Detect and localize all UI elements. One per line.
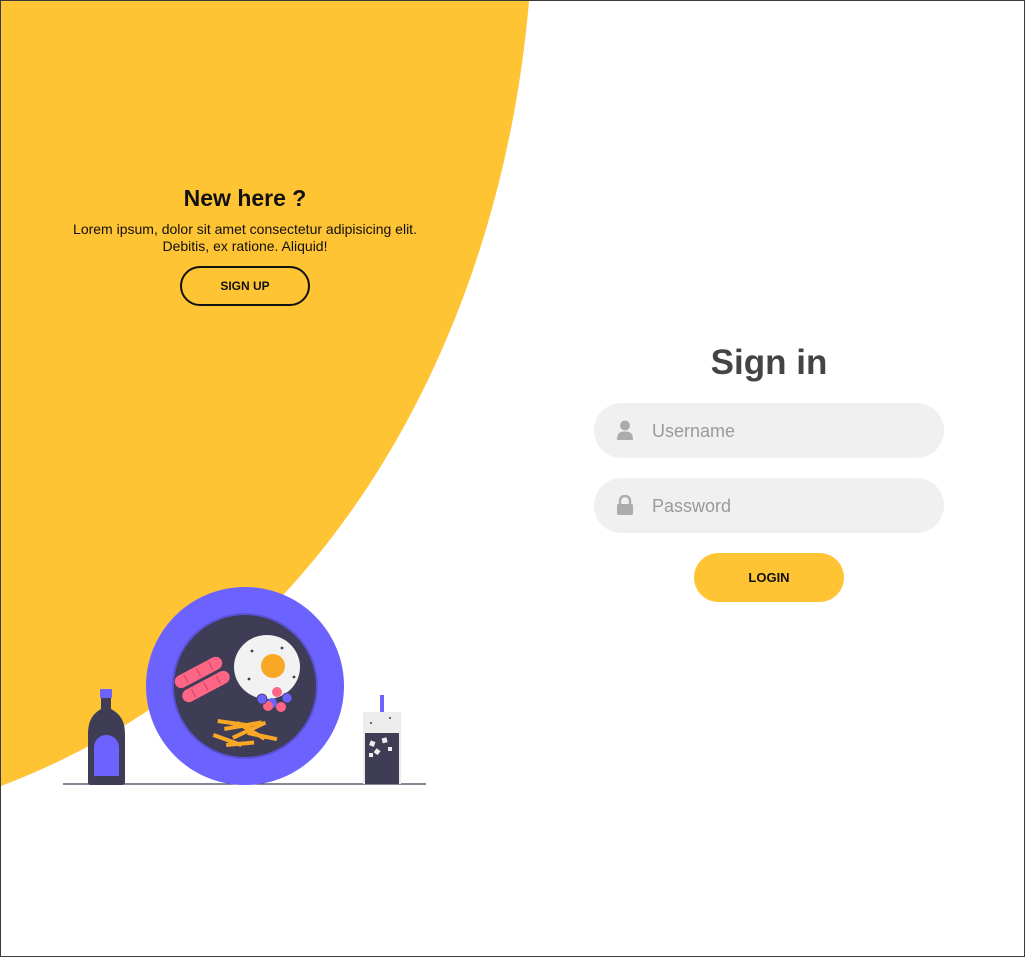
user-icon [617,420,633,440]
username-input[interactable] [650,403,924,460]
sign-up-button[interactable]: SIGN UP [180,266,310,306]
new-here-description: Lorem ipsum, dolor sit amet consectetur … [73,221,417,254]
left-panel: New here ? Lorem ipsum, dolor sit amet c… [61,183,429,306]
food-illustration [63,587,426,785]
sign-in-form: Sign in LOGIN [594,341,944,602]
drink-glass-icon [363,695,401,784]
password-field[interactable] [594,478,944,535]
username-field[interactable] [594,403,944,460]
egg-icon [234,635,300,699]
app-window: New here ? Lorem ipsum, dolor sit amet c… [0,0,1025,957]
bottle-icon [88,689,125,785]
new-here-title: New here ? [183,185,307,211]
login-button[interactable]: LOGIN [694,553,844,602]
password-input[interactable] [650,478,924,535]
sign-in-title: Sign in [710,343,828,382]
lock-icon [617,495,633,515]
